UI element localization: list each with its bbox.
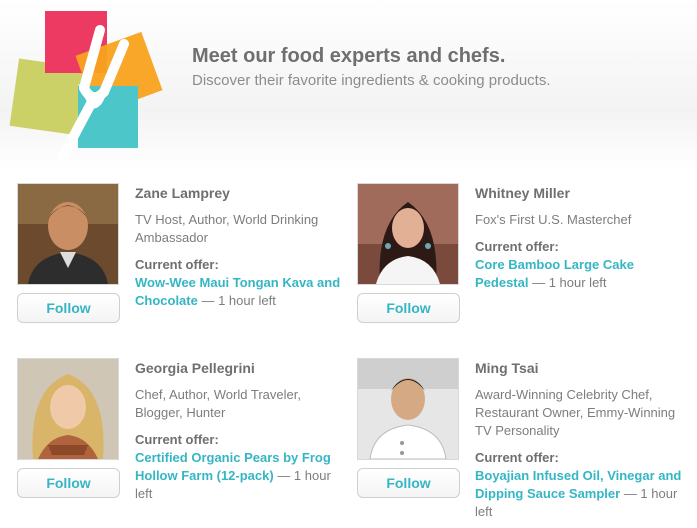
- expert-name[interactable]: Georgia Pellegrini: [135, 359, 345, 377]
- expert-photo[interactable]: [357, 358, 459, 460]
- expert-bio: TV Host, Author, World Drinking Ambassad…: [135, 212, 319, 245]
- expert-info: Zane Lamprey TV Host, Author, World Drin…: [135, 183, 345, 310]
- fork-icon: [57, 25, 129, 163]
- offer-text: Certified Organic Pears by Frog Hollow F…: [135, 449, 345, 503]
- offer-text: Core Bamboo Large Cake Pedestal — 1 hour…: [475, 256, 685, 292]
- expert-bio: Chef, Author, World Traveler, Blogger, H…: [135, 387, 301, 420]
- offer-label: Current offer:: [135, 257, 219, 272]
- offer-label: Current offer:: [475, 239, 559, 254]
- expert-photo[interactable]: [17, 183, 119, 285]
- expert-photo[interactable]: [17, 358, 119, 460]
- follow-button[interactable]: Follow: [357, 293, 460, 323]
- logo: [9, 8, 163, 168]
- offer-time: — 1 hour left: [528, 275, 607, 290]
- follow-button[interactable]: Follow: [17, 293, 120, 323]
- offer-text: Wow-Wee Maui Tongan Kava and Chocolate —…: [135, 274, 345, 310]
- offer-text: Boyajian Infused Oil, Vinegar and Dippin…: [475, 467, 685, 521]
- expert-name[interactable]: Whitney Miller: [475, 184, 685, 202]
- expert-card: Follow Ming Tsai Award-Winning Celebrity…: [357, 358, 687, 523]
- expert-card: Follow Whitney Miller Fox's First U.S. M…: [357, 183, 687, 348]
- expert-bio: Award-Winning Celebrity Chef, Restaurant…: [475, 387, 676, 438]
- expert-info: Georgia Pellegrini Chef, Author, World T…: [135, 358, 345, 503]
- expert-bio: Fox's First U.S. Masterchef: [475, 212, 632, 227]
- expert-info: Ming Tsai Award-Winning Celebrity Chef, …: [475, 358, 685, 521]
- offer-label: Current offer:: [135, 432, 219, 447]
- expert-name[interactable]: Ming Tsai: [475, 359, 685, 377]
- expert-card: Follow Zane Lamprey TV Host, Author, Wor…: [17, 183, 347, 348]
- expert-photo[interactable]: [357, 183, 459, 285]
- header-banner: Meet our food experts and chefs. Discove…: [0, 0, 697, 170]
- follow-button[interactable]: Follow: [357, 468, 460, 498]
- expert-info: Whitney Miller Fox's First U.S. Masterch…: [475, 183, 685, 292]
- follow-button[interactable]: Follow: [17, 468, 120, 498]
- expert-name[interactable]: Zane Lamprey: [135, 184, 345, 202]
- page-subtitle: Discover their favorite ingredients & co…: [192, 72, 551, 89]
- offer-label: Current offer:: [475, 450, 559, 465]
- page-title: Meet our food experts and chefs.: [192, 45, 506, 67]
- offer-time: — 1 hour left: [197, 293, 276, 308]
- expert-card: Follow Georgia Pellegrini Chef, Author, …: [17, 358, 347, 523]
